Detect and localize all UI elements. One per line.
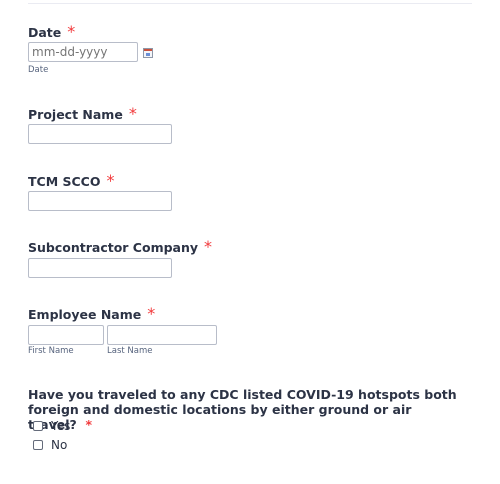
employee-name-label: Employee Name bbox=[28, 307, 142, 322]
option-no-label[interactable]: No bbox=[51, 438, 67, 452]
tcm-scco-label: TCM SCCO bbox=[28, 174, 101, 189]
required-asterisk: * bbox=[67, 22, 76, 41]
tcm-scco-field-label: TCM SCCO * bbox=[28, 171, 114, 190]
subcontractor-company-label: Subcontractor Company bbox=[28, 240, 199, 255]
project-name-field-label: Project Name * bbox=[28, 104, 137, 123]
required-asterisk: * bbox=[106, 171, 115, 190]
tcm-scco-input[interactable] bbox=[28, 191, 172, 211]
no-checkbox[interactable] bbox=[33, 440, 43, 450]
covid-question-label: Have you traveled to any CDC listed COVI… bbox=[28, 387, 457, 432]
date-label: Date bbox=[28, 25, 62, 40]
yes-checkbox[interactable] bbox=[33, 421, 43, 431]
date-input[interactable] bbox=[28, 42, 138, 62]
last-name-input[interactable] bbox=[107, 325, 217, 345]
required-asterisk: * bbox=[204, 237, 213, 256]
subcontractor-company-field-label: Subcontractor Company * bbox=[28, 237, 212, 256]
option-no[interactable]: No bbox=[33, 438, 67, 452]
option-yes-label[interactable]: Yes bbox=[51, 419, 70, 433]
required-asterisk: * bbox=[147, 304, 156, 323]
first-name-sublabel: First Name bbox=[28, 346, 74, 356]
covid-travel-question: Have you traveled to any CDC listed COVI… bbox=[28, 387, 478, 432]
date-sublabel: Date bbox=[28, 65, 49, 75]
last-name-sublabel: Last Name bbox=[107, 346, 153, 356]
first-name-input[interactable] bbox=[28, 325, 104, 345]
date-field-label: Date * bbox=[28, 22, 75, 41]
top-divider bbox=[28, 3, 472, 4]
option-yes[interactable]: Yes bbox=[33, 419, 70, 433]
project-name-label: Project Name bbox=[28, 107, 123, 122]
required-asterisk: * bbox=[85, 417, 93, 432]
employee-name-field-label: Employee Name * bbox=[28, 304, 155, 323]
calendar-icon[interactable] bbox=[143, 48, 153, 58]
project-name-input[interactable] bbox=[28, 124, 172, 144]
required-asterisk: * bbox=[128, 104, 137, 123]
form-page: Date * Date Project Name * TCM SCCO * Subco… bbox=[0, 0, 500, 484]
subcontractor-company-input[interactable] bbox=[28, 258, 172, 278]
